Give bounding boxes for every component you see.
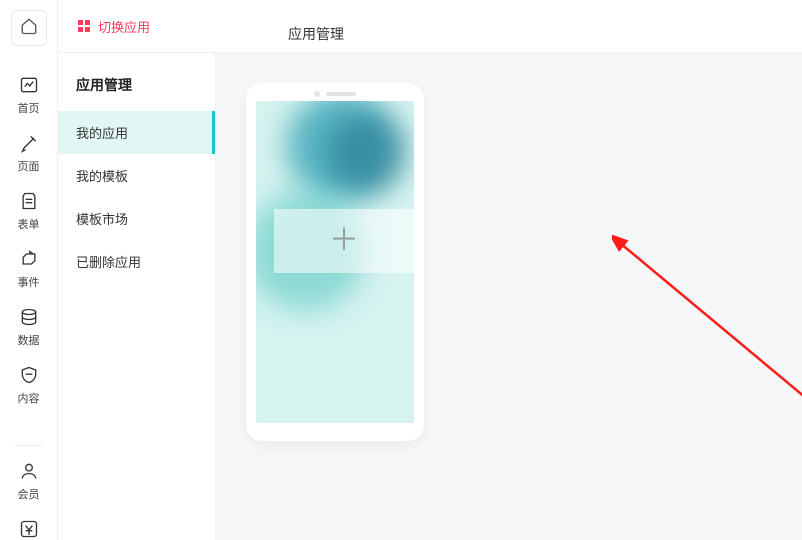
switch-app-label: 切换应用 (98, 17, 150, 36)
database-icon (18, 306, 40, 328)
currency-icon (18, 518, 40, 540)
plus-icon: ＋ (329, 226, 359, 256)
tabs: 应用管理 (280, 8, 352, 44)
rail-item-currency[interactable] (0, 508, 57, 540)
rail-label: 会员 (18, 486, 40, 502)
nav-rail: 首页 页面 表单 事件 数据 内容 会员 (0, 0, 58, 540)
grid-icon (78, 20, 90, 32)
annotation-arrow (612, 235, 802, 455)
event-icon (18, 248, 40, 270)
add-app-tile[interactable]: ＋ (274, 209, 414, 273)
brush-icon (18, 132, 40, 154)
rail-item-member[interactable]: 会员 (0, 450, 57, 508)
topbar: 切换应用 应用管理 (58, 0, 802, 52)
rail-label: 首页 (18, 100, 40, 116)
rail-item-form[interactable]: 表单 (0, 180, 57, 238)
sidebar-item-deleted-apps[interactable]: 已删除应用 (58, 240, 215, 283)
rail-label: 表单 (18, 216, 40, 232)
switch-app-button[interactable]: 切换应用 (78, 17, 150, 36)
sidebar-item-template-market[interactable]: 模板市场 (58, 197, 215, 240)
sidebar-item-my-apps[interactable]: 我的应用 (58, 111, 215, 154)
user-icon (18, 460, 40, 482)
chart-icon (18, 74, 40, 96)
rail-label: 数据 (18, 332, 40, 348)
shield-icon (18, 364, 40, 386)
rail-item-page[interactable]: 页面 (0, 122, 57, 180)
rail-label: 内容 (18, 390, 40, 406)
rail-label: 事件 (18, 274, 40, 290)
rail-item-content[interactable]: 内容 (0, 354, 57, 412)
canvas: ＋ (216, 53, 802, 540)
home-icon (20, 17, 38, 40)
sidebar-item-my-templates[interactable]: 我的模板 (58, 154, 215, 197)
rail-label: 页面 (18, 158, 40, 174)
rail-item-home[interactable]: 首页 (0, 64, 57, 122)
phone-screen: ＋ (256, 101, 414, 423)
rail-item-event[interactable]: 事件 (0, 238, 57, 296)
sidebar: 应用管理 我的应用 我的模板 模板市场 已删除应用 (58, 53, 216, 540)
phone-notch (314, 91, 356, 97)
sidebar-title: 应用管理 (58, 75, 215, 111)
form-icon (18, 190, 40, 212)
rail-separator (15, 445, 43, 446)
rail-item-data[interactable]: 数据 (0, 296, 57, 354)
home-button[interactable] (11, 10, 47, 46)
phone-frame: ＋ (246, 83, 424, 441)
